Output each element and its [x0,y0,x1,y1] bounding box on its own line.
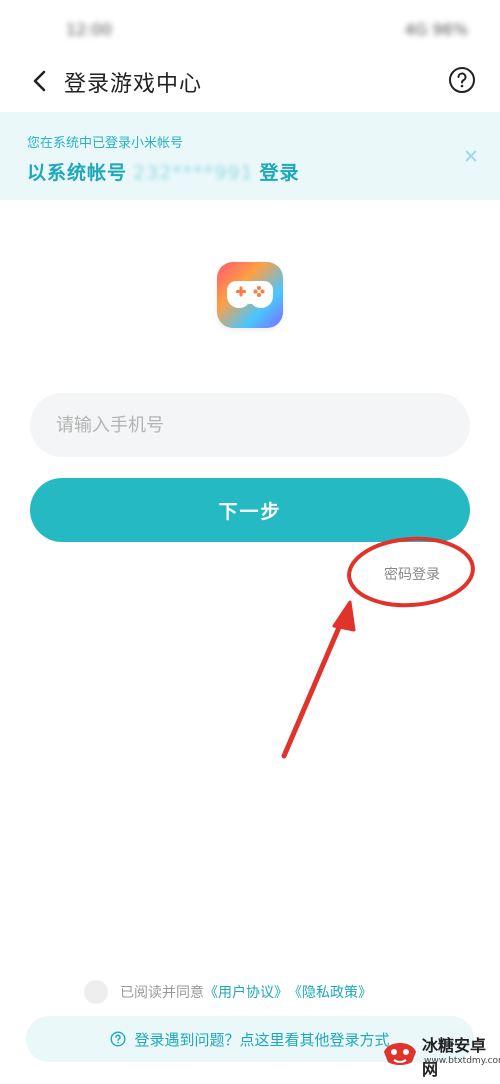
annotation-arrow-head [332,600,356,632]
agreement-text: 已阅读并同意 [120,985,204,1001]
page-title: 登录游戏中心 [64,72,203,97]
password-login-link[interactable]: 密码登录 [384,564,440,584]
user-agreement-link[interactable]: 《用户协议》 [204,982,288,1002]
agreement-checkbox[interactable] [84,980,108,1004]
banner-hint: 您在系统中已登录小米帐号 [27,136,184,151]
login-problem-text: 登录遇到问题？点这里看其他登录方式 [134,1030,390,1049]
privacy-policy-link[interactable]: 《隐私政策》 [288,982,372,1002]
banner-action-suffix: 登录 [259,162,300,184]
phone-input[interactable] [30,393,470,457]
close-icon[interactable] [464,148,478,162]
status-indicators: 4G 96% [404,20,468,39]
next-button[interactable]: 下一步 [30,478,470,542]
agreement-row: 已阅读并同意 《用户协议》 《隐私政策》 [84,978,372,1006]
status-time: 12:00 [66,20,113,39]
game-center-logo [217,262,283,328]
watermark-logo-icon [380,1030,420,1070]
login-screen: 12:00 4G 96% 登录游戏中心 您在系统中已登录小米帐号 以系统帐号 23… [0,0,500,1084]
system-account-banner[interactable]: 您在系统中已登录小米帐号 以系统帐号 232****991 登录 [0,112,500,200]
question-circle-icon[interactable] [448,66,476,94]
banner-action-prefix: 以系统帐号 [27,162,128,184]
header: 登录游戏中心 [0,58,500,104]
system-account-login[interactable]: 以系统帐号 232****991 登录 [27,158,300,185]
chevron-left-icon[interactable] [28,66,52,96]
status-bar: 12:00 4G 96% [0,0,500,60]
watermark: 冰糖安卓网 www.btxtdmy.com [374,1018,500,1082]
masked-account: 232****991 [133,162,254,184]
question-circle-icon [110,1031,126,1047]
annotation-arrow-shaft [281,615,346,759]
gamepad-icon [226,281,274,309]
watermark-url: www.btxtdmy.com [424,1056,500,1066]
